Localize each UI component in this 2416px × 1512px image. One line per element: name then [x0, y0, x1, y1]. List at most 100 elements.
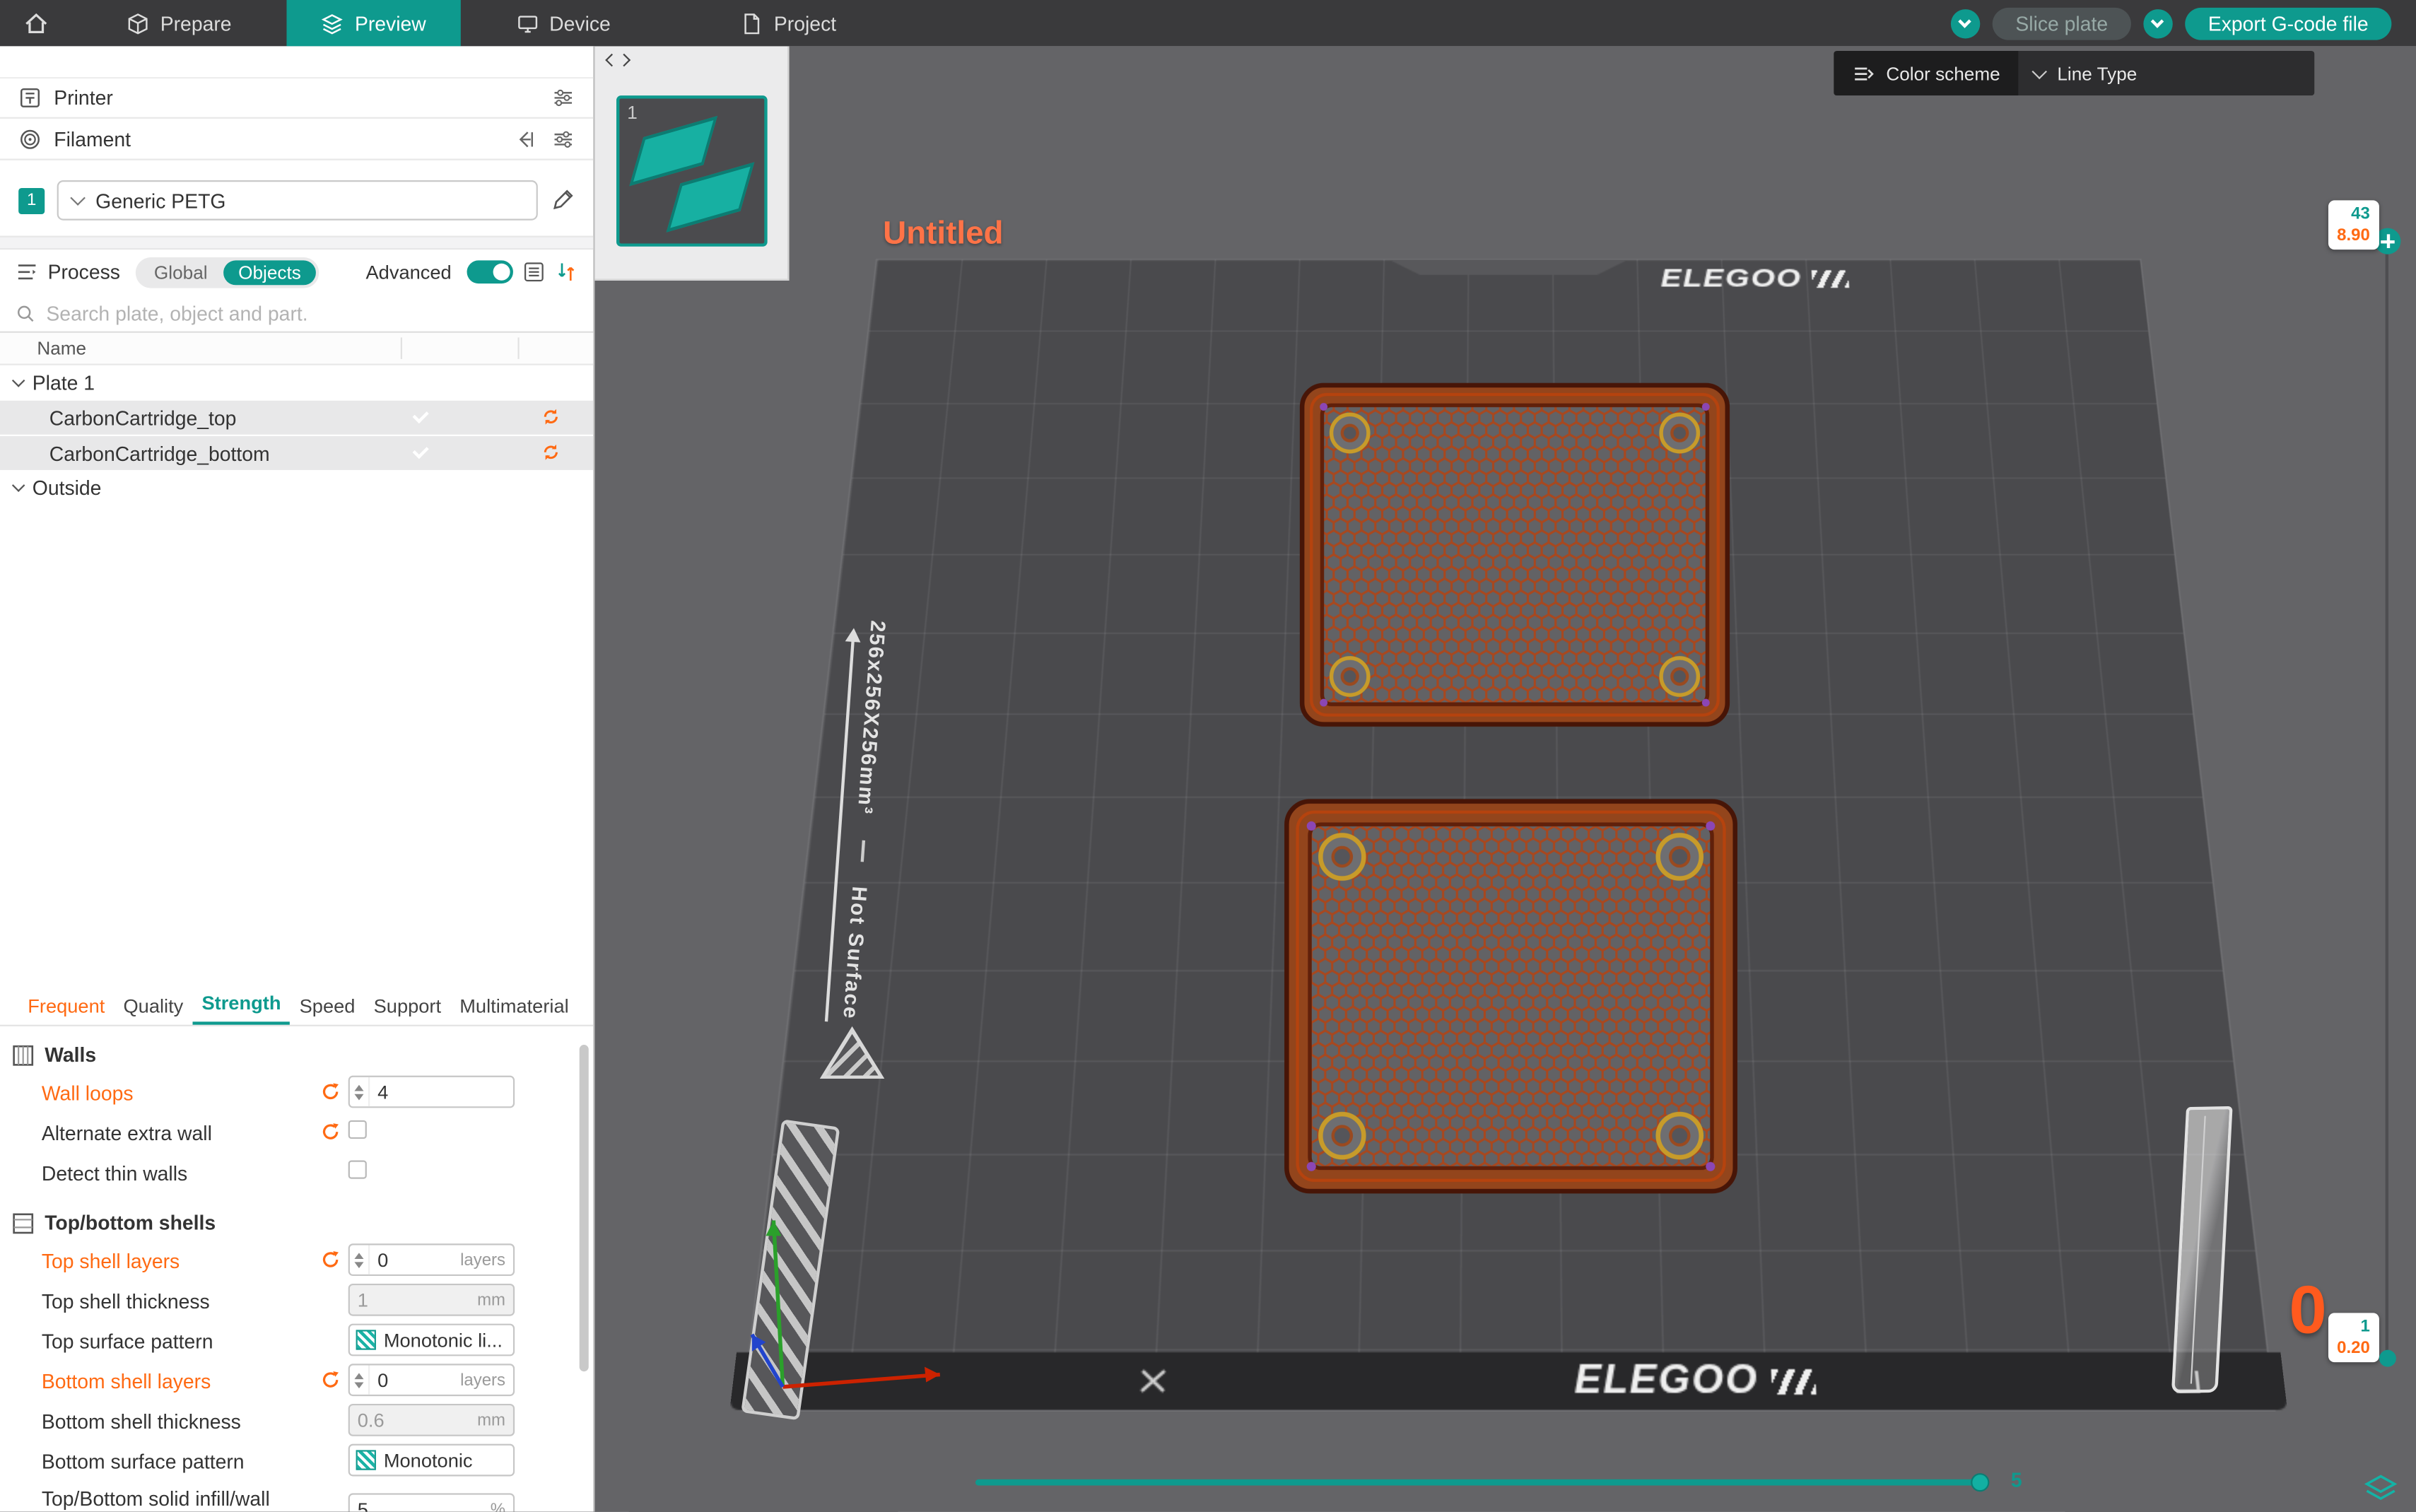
collapse-panel-button[interactable]	[607, 55, 629, 64]
setting-label: Bottom shell layers	[42, 1369, 319, 1393]
edit-filament-icon[interactable]	[550, 188, 575, 213]
top-surface-pattern-select[interactable]: Monotonic li...	[348, 1324, 515, 1356]
viewport-3d[interactable]: ELEGOO ELEGOO	[594, 46, 2416, 1511]
export-gcode-button[interactable]: Export G-code file	[2185, 7, 2391, 40]
filament-selector-row: 1 Generic PETG	[0, 160, 593, 236]
tab-device-label: Device	[549, 11, 611, 35]
tab-prepare[interactable]: Prepare	[93, 0, 266, 46]
top-bar: Prepare Preview Device Project Slice pla…	[0, 0, 2416, 46]
scope-objects-button[interactable]: Objects	[223, 259, 316, 284]
object-row-bottom[interactable]: CarbonCartridge_bottom	[0, 436, 593, 470]
monitor-icon	[515, 11, 539, 35]
tab-strength[interactable]: Strength	[192, 985, 290, 1025]
slice-options-dropdown[interactable]	[1951, 8, 1980, 37]
shells-title: Top/bottom shells	[45, 1211, 216, 1234]
object-name: CarbonCartridge_bottom	[49, 442, 270, 465]
filament-settings-icon[interactable]	[551, 127, 575, 151]
current-layer-number: 0	[2289, 1273, 2326, 1350]
setting-top-surface-pattern: Top surface pattern Monotonic li...	[0, 1320, 593, 1361]
add-filament-icon[interactable]	[516, 127, 539, 151]
layer-view-icon[interactable]	[2364, 1473, 2398, 1504]
reset-icon[interactable]	[320, 1082, 340, 1101]
setting-label: Top surface pattern	[42, 1329, 319, 1352]
export-options-dropdown[interactable]	[2143, 8, 2172, 37]
layer-slider-track[interactable]	[2386, 240, 2388, 1362]
top-shell-thickness-input[interactable]: 1 mm	[348, 1284, 515, 1316]
setting-label: Top shell layers	[42, 1249, 319, 1272]
stepper-icon[interactable]	[350, 1077, 370, 1106]
printer-label: Printer	[54, 86, 112, 110]
printer-section-header[interactable]: Printer	[0, 77, 593, 119]
walls-section-header: Walls	[0, 1033, 593, 1073]
plate-thumbnail-index: 1	[627, 102, 638, 124]
reset-icon[interactable]	[320, 1250, 340, 1270]
unit-label: mm	[477, 1411, 513, 1429]
line-type-select[interactable]: Line Type	[2019, 51, 2314, 95]
tab-project[interactable]: Project	[706, 0, 870, 46]
settings-list-icon[interactable]	[522, 260, 546, 283]
name-column-header: Name	[37, 337, 86, 359]
tree-node-plate[interactable]: Plate 1	[0, 365, 593, 399]
search-input[interactable]: Search plate, object and part.	[0, 294, 593, 333]
tree-node-outside[interactable]: Outside	[0, 470, 593, 504]
plate-thumbnail-strip: 1	[594, 46, 789, 280]
filament-select[interactable]: Generic PETG	[57, 180, 538, 221]
pattern-swatch-icon	[356, 1450, 376, 1470]
unit-label: layers	[460, 1250, 513, 1269]
search-placeholder: Search plate, object and part.	[46, 301, 307, 324]
alternate-extra-wall-checkbox[interactable]	[348, 1120, 367, 1139]
stepper-icon[interactable]	[350, 1245, 370, 1274]
chevron-down-icon	[12, 373, 25, 386]
tab-device[interactable]: Device	[481, 0, 645, 46]
reset-icon[interactable]	[320, 1122, 340, 1142]
settings-scrollbar[interactable]	[580, 1045, 589, 1371]
tab-support[interactable]: Support	[365, 988, 451, 1024]
model-carboncartridge-top[interactable]	[1299, 382, 1730, 727]
layer-slider-bottom-handle[interactable]	[2379, 1350, 2396, 1367]
move-slider[interactable]: 5	[975, 1479, 1989, 1486]
bottom-surface-pattern-value: Monotonic	[376, 1449, 513, 1471]
thumb-object	[629, 116, 717, 186]
layer-slider-top-badge: 43 8.90	[2328, 200, 2379, 250]
advanced-toggle[interactable]	[467, 260, 513, 283]
filament-section-header[interactable]: Filament	[0, 119, 593, 160]
chevron-down-icon	[2032, 63, 2048, 78]
compare-settings-icon[interactable]	[555, 260, 578, 283]
scope-global-button[interactable]: Global	[139, 259, 223, 284]
tab-preview[interactable]: Preview	[287, 0, 460, 46]
plate-title: Untitled	[883, 216, 1003, 252]
wall-loops-value: 4	[370, 1081, 513, 1103]
side-panel: Printer Filament 1	[0, 46, 594, 1511]
tab-quality[interactable]: Quality	[114, 988, 192, 1024]
object-row-top[interactable]: CarbonCartridge_top	[0, 401, 593, 435]
wall-loops-input[interactable]: 4	[348, 1076, 515, 1108]
setting-bottom-surface-pattern: Bottom surface pattern Monotonic	[0, 1441, 593, 1481]
settings-tabs: Frequent Quality Strength Speed Support …	[0, 983, 593, 1026]
process-label: Process	[48, 260, 120, 283]
detect-thin-walls-checkbox[interactable]	[348, 1161, 367, 1179]
stepper-icon[interactable]	[350, 1365, 370, 1394]
setting-detect-thin-walls: Detect thin walls	[0, 1153, 593, 1193]
move-slider-handle[interactable]	[1971, 1473, 1989, 1492]
bottom-shell-layers-input[interactable]: 0 layers	[348, 1364, 515, 1396]
slice-plate-button[interactable]: Slice plate	[1993, 7, 2131, 40]
bottom-shell-thickness-input[interactable]: 0.6 mm	[348, 1404, 515, 1436]
top-shell-layers-input[interactable]: 0 layers	[348, 1243, 515, 1276]
tab-speed[interactable]: Speed	[291, 988, 365, 1024]
plate-thumbnail-1[interactable]: 1	[616, 95, 768, 247]
home-button[interactable]	[0, 0, 71, 46]
overlap-value: 5	[350, 1499, 491, 1512]
top-shell-layers-value: 0	[370, 1249, 460, 1271]
overlap-input[interactable]: 5 %	[348, 1493, 515, 1511]
tab-frequent[interactable]: Frequent	[18, 988, 114, 1024]
printer-settings-icon[interactable]	[551, 86, 575, 110]
object-sync-icon[interactable]	[541, 443, 561, 462]
tab-multimaterial[interactable]: Multimaterial	[450, 988, 578, 1024]
bottom-surface-pattern-select[interactable]: Monotonic	[348, 1444, 515, 1477]
advanced-label: Advanced	[366, 262, 452, 283]
object-sync-icon[interactable]	[541, 407, 561, 427]
settings-panel: Walls Wall loops 4 Alternate extra wall	[0, 1026, 593, 1512]
reset-icon[interactable]	[320, 1370, 340, 1390]
thumb-object	[667, 162, 755, 232]
model-carboncartridge-bottom[interactable]	[1284, 798, 1738, 1194]
